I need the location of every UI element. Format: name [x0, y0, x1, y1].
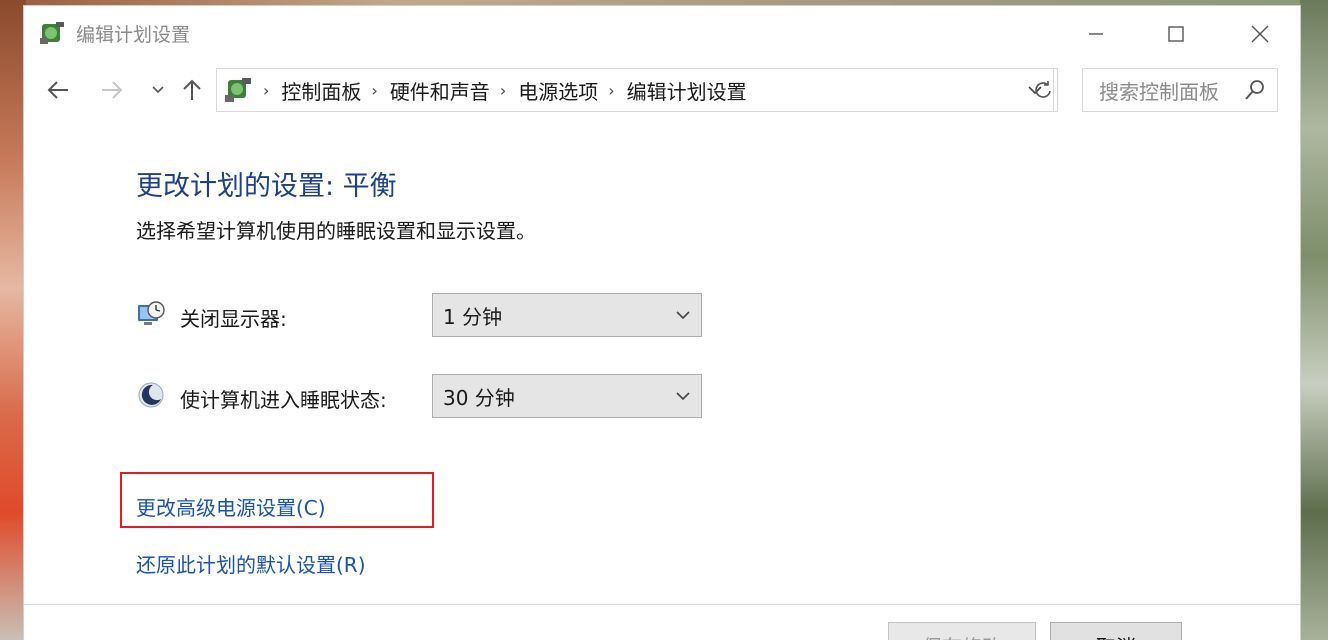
close-button[interactable] [1234, 14, 1286, 54]
chevron-down-icon [676, 392, 690, 401]
back-button[interactable] [42, 74, 74, 106]
search-input[interactable]: 搜索控制面板 [1082, 68, 1278, 112]
chevron-right-icon[interactable]: › [371, 81, 377, 100]
arrow-up-icon [183, 79, 201, 100]
save-button[interactable]: 保存修改 [888, 622, 1036, 640]
control-panel-window: 编辑计划设置 › 控制面板 › 硬件和声音 › 电源选项 › 编辑计划设置 搜索… [24, 6, 1300, 640]
search-icon [1245, 80, 1264, 100]
refresh-icon [1034, 81, 1051, 98]
chevron-down-icon [676, 311, 690, 320]
breadcrumb-edit-plan[interactable]: 编辑计划设置 [627, 76, 747, 105]
up-button[interactable] [176, 74, 208, 106]
breadcrumb-control-panel[interactable]: 控制面板 [281, 76, 361, 105]
recent-locations-button[interactable] [142, 74, 174, 106]
breadcrumb-power-options[interactable]: 电源选项 [518, 76, 598, 105]
close-icon [1251, 25, 1269, 43]
sleep-select[interactable]: 30 分钟 [432, 374, 702, 418]
window-title: 编辑计划设置 [76, 24, 191, 46]
sleep-label: 使计算机进入睡眠状态: [180, 388, 387, 412]
minimize-icon [1089, 33, 1103, 35]
moon-icon [138, 382, 164, 408]
page-subtitle: 选择希望计算机使用的睡眠设置和显示设置。 [136, 219, 536, 243]
control-panel-icon [225, 78, 251, 102]
advanced-power-settings-link[interactable]: 更改高级电源设置(C) [136, 492, 326, 521]
power-options-icon [40, 22, 64, 44]
chevron-down-icon [152, 86, 164, 94]
minimize-button[interactable] [1070, 14, 1122, 54]
arrow-left-icon [47, 81, 68, 99]
sleep-value: 30 分钟 [443, 385, 515, 410]
forward-button[interactable] [96, 74, 128, 106]
desktop-background-right [1300, 0, 1328, 640]
chevron-right-icon[interactable]: › [608, 81, 614, 100]
maximize-button[interactable] [1150, 14, 1202, 54]
monitor-clock-icon [138, 301, 165, 325]
restore-defaults-link[interactable]: 还原此计划的默认设置(R) [136, 549, 366, 578]
navigation-bar: › 控制面板 › 硬件和声音 › 电源选项 › 编辑计划设置 搜索控制面板 [24, 68, 1300, 114]
display-off-setting: 关闭显示器: 1 分钟 [136, 293, 736, 339]
chevron-right-icon: › [263, 80, 270, 100]
title-bar: 编辑计划设置 [24, 6, 1300, 60]
search-placeholder: 搜索控制面板 [1099, 79, 1219, 104]
breadcrumb-hardware-sound[interactable]: 硬件和声音 [390, 76, 490, 105]
address-bar[interactable]: › 控制面板 › 硬件和声音 › 电源选项 › 编辑计划设置 [216, 68, 1054, 112]
footer-divider [24, 604, 1300, 605]
page-title: 更改计划的设置: 平衡 [136, 171, 397, 202]
chevron-right-icon[interactable]: › [500, 81, 506, 100]
maximize-icon [1168, 26, 1184, 42]
display-off-label: 关闭显示器: [180, 307, 287, 331]
desktop-background-left [0, 0, 26, 640]
arrow-right-icon [102, 81, 123, 99]
display-off-select[interactable]: 1 分钟 [432, 293, 702, 337]
cancel-button[interactable]: 取消 [1050, 622, 1182, 640]
display-off-value: 1 分钟 [443, 304, 503, 329]
sleep-setting: 使计算机进入睡眠状态: 30 分钟 [136, 374, 736, 420]
refresh-button[interactable] [1028, 68, 1058, 112]
